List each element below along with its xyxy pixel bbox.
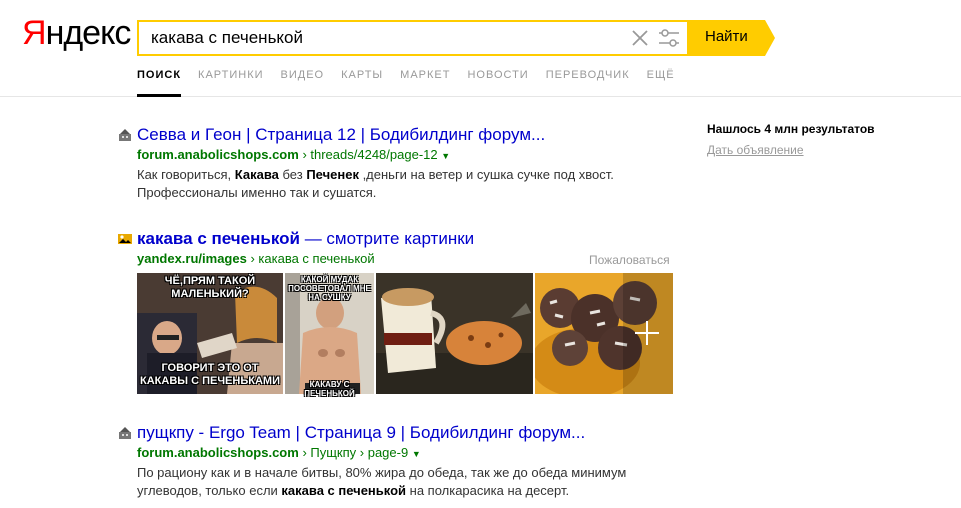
result-domain-link[interactable]: forum.anabolicshops.com [137, 147, 299, 162]
search-button-label: Найти [705, 28, 748, 45]
forum-favicon-icon [119, 427, 131, 439]
forum-favicon-icon [119, 129, 131, 141]
result-url: yandex.ru/images › какава с печенькой [137, 251, 375, 266]
results-count: Нашлось 4 млн результатов [707, 122, 875, 136]
tab-maps[interactable]: КАРТЫ [341, 67, 383, 97]
result-url: forum.anabolicshops.com › threads/4248/p… [137, 147, 450, 162]
snippet-text: без [278, 167, 307, 182]
result-path-link[interactable]: Пущкпу › page-9 [310, 445, 408, 460]
tab-market[interactable]: МАРКЕТ [400, 67, 450, 97]
snippet-text: Как говориться, [137, 167, 235, 182]
result-domain-link[interactable]: forum.anabolicshops.com [137, 445, 299, 460]
snippet-highlight: какава с печенькой [281, 483, 407, 498]
meme-caption-top: ЧЁ,ПРЯМ ТАКОЙ МАЛЕНЬКИЙ? [164, 275, 256, 300]
meme-caption-bottom: ГОВОРИТ ЭТО ОТ КАКАВЫ С ПЕЧЕНЬКАМИ [140, 362, 280, 387]
result-domain-link[interactable]: yandex.ru/images [137, 251, 247, 266]
images-favicon-icon [118, 234, 132, 244]
place-ad-link[interactable]: Дать объявление [707, 143, 804, 157]
result-snippet: Как говориться, Какава без Печенек ,день… [137, 166, 657, 202]
tab-news[interactable]: НОВОСТИ [467, 67, 528, 97]
snippet-text: на полкарасика на десерт. [406, 483, 570, 498]
tab-video[interactable]: ВИДЕО [281, 67, 325, 97]
header: Яндекс Найти ПОИСК КАРТИНКИ ВИДЕО КАРТЫ … [0, 0, 961, 97]
result-snippet: По рациону как и в начале битвы, 80% жир… [137, 464, 657, 500]
logo-first-letter: Я [22, 14, 47, 52]
logo-rest: ндекс [45, 14, 132, 52]
search-input[interactable] [139, 22, 619, 54]
result-url: forum.anabolicshops.com › Пущкпу › page-… [137, 445, 421, 460]
images-title-link[interactable]: какава с печенькой — смотрите картинки [137, 229, 474, 249]
meme-caption-bottom: КАКАВУ С ПЕЧЕНЬКОЙ [304, 380, 355, 398]
snippet-highlight: Какава [234, 167, 279, 182]
result-path-link[interactable]: threads/4248/page-12 [310, 147, 437, 162]
image-thumbnail[interactable] [535, 273, 673, 394]
title-rest: — смотрите картинки [299, 229, 475, 248]
result-path-link[interactable]: какава с печенькой [258, 251, 374, 266]
search-tabs: ПОИСК КАРТИНКИ ВИДЕО КАРТЫ МАРКЕТ НОВОСТ… [137, 67, 692, 97]
result-title-link[interactable]: Севва и Геон | Страница 12 | Бодибилдинг… [137, 125, 545, 145]
tab-more[interactable]: ЕЩЁ [647, 67, 675, 97]
settings-sliders-icon[interactable] [658, 28, 680, 48]
url-dropdown-arrow-icon[interactable]: ▼ [441, 151, 450, 161]
results-aside: Нашлось 4 млн результатов Дать объявлени… [707, 122, 875, 157]
tab-images[interactable]: КАРТИНКИ [198, 67, 263, 97]
clear-icon[interactable] [630, 28, 650, 48]
snippet-highlight: Печенек [306, 167, 359, 182]
tab-search[interactable]: ПОИСК [137, 67, 182, 97]
image-thumbnail[interactable] [376, 273, 533, 394]
title-highlight: какава с печенькой [137, 229, 300, 248]
result-title-link[interactable]: пущкпу - Ergo Team | Страница 9 | Бодиби… [137, 423, 585, 443]
search-button[interactable]: Найти [689, 20, 775, 56]
yandex-logo[interactable]: Яндекс [22, 13, 132, 53]
complain-link[interactable]: Пожаловаться [589, 253, 670, 267]
tab-translator[interactable]: ПЕРЕВОДЧИК [546, 67, 630, 97]
meme-caption-top: КАКОЙ МУДАК ПОСОВЕТОВАЛ МНЕ НА СУШКУ [288, 275, 371, 302]
url-dropdown-arrow-icon[interactable]: ▼ [412, 449, 421, 459]
search-box [137, 20, 689, 56]
